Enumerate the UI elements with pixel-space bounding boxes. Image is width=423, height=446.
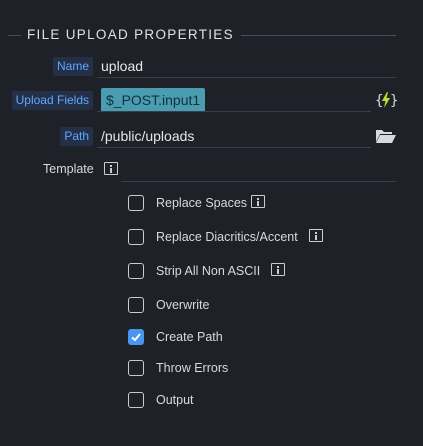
checkbox[interactable] xyxy=(128,360,144,376)
info-icon[interactable] xyxy=(271,263,285,276)
upload-fields-chip[interactable]: $_POST.input1 xyxy=(101,88,206,112)
upload-fields-label: Upload Fields xyxy=(11,91,93,110)
option-label: Overwrite xyxy=(156,298,210,312)
folder-open-icon[interactable] xyxy=(375,128,397,144)
option-strip-non-ascii[interactable]: Strip All Non ASCII xyxy=(128,263,408,283)
option-output[interactable]: Output xyxy=(128,392,408,412)
header-divider-right xyxy=(241,35,396,36)
option-replace-diacritics[interactable]: Replace Diacritics/Accent xyxy=(128,229,408,249)
path-input[interactable]: /public/uploads xyxy=(101,128,194,144)
upload-fields-value: $_POST.input1 xyxy=(106,92,201,108)
option-label: Replace Spaces xyxy=(156,196,248,210)
upload-fields-row: Upload Fields $_POST.input1 { } xyxy=(0,86,423,114)
option-throw-errors[interactable]: Throw Errors xyxy=(128,360,408,380)
name-input[interactable]: upload xyxy=(101,58,143,74)
template-label: Template xyxy=(43,162,94,176)
checkbox[interactable] xyxy=(128,229,144,245)
path-label: Path xyxy=(60,127,93,146)
upload-fields-underline xyxy=(97,111,371,112)
info-icon[interactable] xyxy=(309,229,323,242)
path-underline xyxy=(97,147,371,148)
name-row: Name upload xyxy=(0,52,423,80)
checkmark-icon xyxy=(131,333,141,342)
option-overwrite[interactable]: Overwrite xyxy=(128,297,408,317)
template-info-icon[interactable] xyxy=(104,162,118,175)
checkbox[interactable] xyxy=(128,392,144,408)
template-row: Template xyxy=(0,156,423,184)
section-title: FILE UPLOAD PROPERTIES xyxy=(27,27,234,42)
checkbox[interactable] xyxy=(128,195,144,211)
name-label: Name xyxy=(52,57,93,76)
lightning-braces-icon[interactable]: { } xyxy=(375,90,397,110)
checkbox-checked[interactable] xyxy=(128,329,144,345)
option-label: Replace Diacritics/Accent xyxy=(156,230,298,244)
option-replace-spaces[interactable]: Replace Spaces xyxy=(128,195,408,215)
option-label: Throw Errors xyxy=(156,361,229,375)
option-create-path[interactable]: Create Path xyxy=(128,329,408,349)
checkbox[interactable] xyxy=(128,297,144,313)
info-icon[interactable] xyxy=(251,195,265,208)
checkbox[interactable] xyxy=(128,263,144,279)
option-label: Create Path xyxy=(156,330,223,344)
name-underline xyxy=(97,77,396,78)
path-row: Path /public/uploads xyxy=(0,122,423,150)
header-divider-left xyxy=(8,35,21,36)
option-label: Strip All Non ASCII xyxy=(156,264,261,278)
section-header: FILE UPLOAD PROPERTIES xyxy=(0,24,410,46)
option-label: Output xyxy=(156,393,194,407)
template-input[interactable] xyxy=(121,181,396,182)
svg-text:}: } xyxy=(390,93,397,109)
